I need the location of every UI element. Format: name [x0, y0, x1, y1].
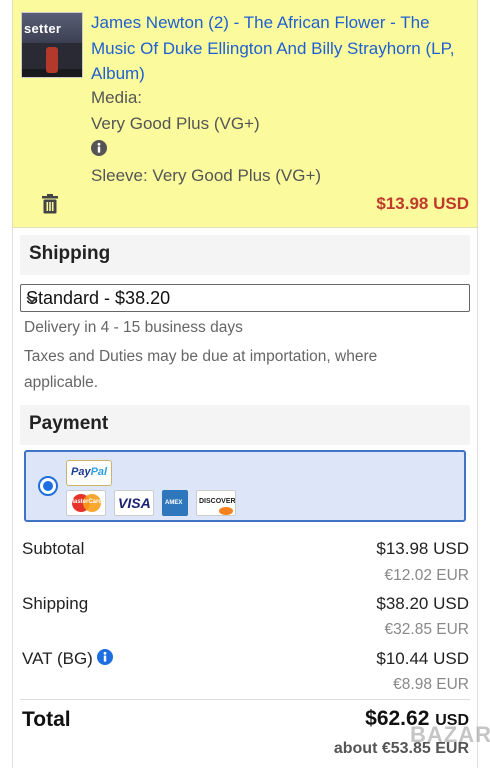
total-label: Total — [22, 708, 71, 731]
shipping-heading-text: Shipping — [29, 243, 111, 264]
chevron-down-icon — [26, 291, 463, 312]
paypal-payment-option[interactable]: PayPal MasterCard VISA AMEX DISCOVER — [24, 450, 466, 522]
paypal-logo: PayPal — [66, 460, 112, 486]
vat-info-icon[interactable] — [97, 649, 113, 670]
payment-heading: Payment — [20, 405, 470, 445]
paypal-logo-text-1: Pay — [71, 466, 91, 478]
shipping-total-eur: €32.85 EUR — [384, 621, 469, 638]
shipping-total-label: Shipping — [22, 594, 89, 613]
vat-usd: $10.44 USD — [376, 649, 469, 668]
visa-logo-text: VISA — [118, 495, 151, 511]
paypal-radio[interactable] — [38, 476, 58, 496]
discover-logo-text: DISCOVER — [199, 498, 236, 505]
payment-heading-text: Payment — [29, 413, 109, 434]
mastercard-logo-text: MasterCard — [69, 499, 103, 505]
album-thumbnail[interactable]: setter — [21, 12, 83, 78]
discover-logo: DISCOVER — [196, 490, 236, 516]
trash-icon[interactable] — [41, 194, 59, 219]
taxes-note-line-2: applicable. — [24, 374, 99, 391]
vat-eur: €8.98 EUR — [393, 676, 469, 693]
paypal-logo-text-2: Pal — [90, 466, 108, 478]
total-divider — [20, 699, 470, 700]
watermark-logo: BAZAR — [410, 722, 490, 747]
cart-item: setter James Newton (2) - The African Fl… — [12, 0, 478, 228]
item-title-link[interactable]: James Newton (2) - The African Flower - … — [91, 10, 477, 87]
delivery-estimate: Delivery in 4 - 15 business days — [24, 319, 243, 336]
subtotal-label: Subtotal — [22, 539, 85, 558]
amex-logo-text: AMEX — [165, 500, 183, 506]
taxes-note-line-1: Taxes and Duties may be due at importati… — [24, 348, 378, 365]
thumbnail-text: setter — [24, 21, 62, 36]
item-price: $13.98 USD — [376, 194, 469, 213]
shipping-heading: Shipping — [20, 235, 470, 275]
mastercard-logo: MasterCard — [66, 490, 106, 516]
thumbnail-figure — [46, 47, 58, 73]
media-label: Media: — [91, 88, 143, 107]
amex-logo: AMEX — [162, 490, 188, 516]
subtotal-usd: $13.98 USD — [376, 539, 469, 558]
subtotal-eur: €12.02 EUR — [384, 567, 469, 584]
sleeve-condition: Sleeve: Very Good Plus (VG+) — [91, 166, 322, 185]
visa-logo: VISA — [114, 490, 154, 516]
media-condition: Very Good Plus (VG+) — [91, 114, 260, 133]
shipping-total-usd: $38.20 USD — [376, 594, 469, 613]
info-icon[interactable] — [91, 140, 107, 161]
vat-label: VAT (BG) — [22, 649, 93, 668]
shipping-method-select[interactable]: Standard - $38.20 — [20, 284, 470, 312]
